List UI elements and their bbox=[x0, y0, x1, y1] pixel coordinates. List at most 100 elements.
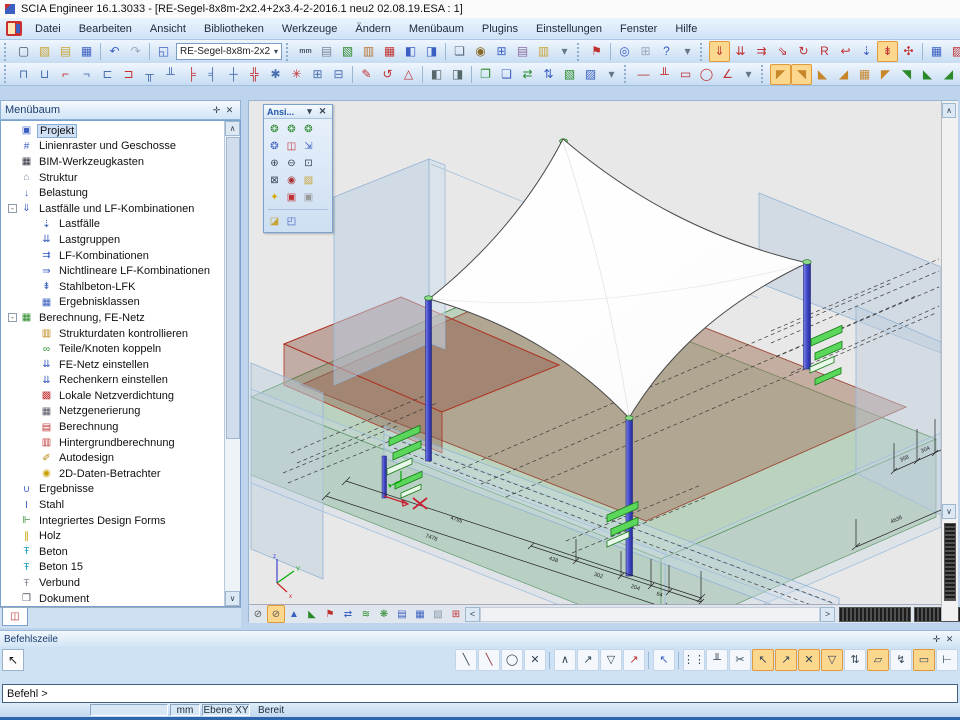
project-window-button[interactable]: ◱ bbox=[153, 41, 174, 62]
wall-f8-button[interactable]: ◣ bbox=[917, 64, 938, 85]
wall-f4-button[interactable]: ◢ bbox=[833, 64, 854, 85]
tree-item[interactable]: ▥ Strukturdaten kontrollieren bbox=[2, 326, 224, 342]
tree-item[interactable]: ⊩ Integriertes Design Forms bbox=[2, 513, 224, 529]
new-project-button[interactable]: ▢ bbox=[13, 41, 34, 62]
toolbar-grip[interactable] bbox=[4, 65, 9, 83]
undo-button[interactable]: ↶ bbox=[104, 41, 125, 62]
tree-item[interactable]: - ⇓ Lastfälle und LF-Kombinationen bbox=[2, 201, 224, 217]
tree-item[interactable]: ▣ Projekt bbox=[2, 123, 224, 139]
water-toggle[interactable]: ≋ bbox=[357, 605, 375, 623]
expander-icon[interactable] bbox=[8, 173, 17, 182]
grid-view-button[interactable]: ⊞ bbox=[447, 605, 465, 623]
load-x-button[interactable]: ⇣ bbox=[856, 41, 877, 62]
toolbar-grip[interactable] bbox=[4, 43, 9, 61]
load-center-button[interactable]: ✣ bbox=[898, 41, 919, 62]
menu-item[interactable]: Datei bbox=[26, 20, 70, 38]
cursor-mode-indicator[interactable]: ↖ bbox=[2, 649, 24, 671]
haunch-button[interactable]: ¬ bbox=[76, 64, 97, 85]
tree-item[interactable]: - ▦ Berechnung, FE-Netz bbox=[2, 310, 224, 326]
light-toggle-button[interactable]: ✦ bbox=[266, 189, 283, 206]
snap-tangent-toggle[interactable]: ⇅ bbox=[844, 649, 866, 671]
wireframe-view-button[interactable]: ◰ bbox=[283, 213, 300, 230]
grid-button[interactable]: ⊞ bbox=[307, 64, 328, 85]
move-button[interactable]: ⇄ bbox=[517, 64, 538, 85]
view-axo-1-button[interactable]: ❂ bbox=[266, 121, 283, 138]
overflow-button[interactable]: ▾ bbox=[677, 41, 698, 62]
tree-item[interactable]: ⇛ Nichtlineare LF-Kombinationen bbox=[2, 263, 224, 279]
load-combination-button[interactable]: ⇟ bbox=[877, 41, 898, 62]
expander-icon[interactable] bbox=[8, 532, 17, 541]
expander-icon[interactable] bbox=[28, 454, 37, 463]
overflow-button[interactable]: ▾ bbox=[601, 64, 622, 85]
raster-button[interactable]: ▦ bbox=[379, 41, 400, 62]
slab-f5-button[interactable]: ▦ bbox=[854, 64, 875, 85]
wall-f2-button[interactable]: ◥ bbox=[791, 64, 812, 85]
docked-bar-1[interactable] bbox=[839, 607, 911, 622]
tree-item[interactable]: ∥ Holz bbox=[2, 528, 224, 544]
expander-icon[interactable] bbox=[8, 579, 17, 588]
viewport-vertical-scrollbar[interactable]: ∧ ∨ bbox=[941, 101, 958, 621]
paste-button[interactable]: ❏ bbox=[496, 64, 517, 85]
rectangle-button[interactable]: ▭ bbox=[675, 64, 696, 85]
polyline-button[interactable]: ╨ bbox=[654, 64, 675, 85]
cut-snap-toggle[interactable]: ✂ bbox=[729, 649, 751, 671]
viewport-3d[interactable]: 4795 7478 438 302 204 64 4638 358 304 bbox=[248, 100, 958, 622]
node-button[interactable]: ╞ bbox=[181, 64, 202, 85]
render-image-2-button[interactable]: ▣ bbox=[300, 189, 317, 206]
tree-item[interactable]: ▤ Berechnung bbox=[2, 419, 224, 435]
render-mode-button[interactable]: ▦ bbox=[411, 605, 429, 623]
menu-item[interactable]: Fenster bbox=[611, 20, 666, 38]
snap-line-button[interactable]: ╲ bbox=[455, 649, 477, 671]
pin-icon[interactable]: ✛ bbox=[210, 104, 223, 117]
close-icon[interactable]: ✕ bbox=[223, 104, 236, 117]
pin-icon[interactable]: ✛ bbox=[930, 634, 943, 645]
expander-icon[interactable] bbox=[8, 501, 17, 510]
snap-parallel-toggle[interactable]: ▱ bbox=[867, 649, 889, 671]
help-mode-button[interactable]: ? bbox=[656, 41, 677, 62]
menu-item[interactable]: Hilfe bbox=[666, 20, 706, 38]
opening-button[interactable]: ╥ bbox=[139, 64, 160, 85]
snap-grid-toggle[interactable]: ⊢ bbox=[936, 649, 958, 671]
tree-item[interactable]: ⇉ LF-Kombinationen bbox=[2, 248, 224, 264]
menu-item[interactable]: Ändern bbox=[346, 20, 399, 38]
expander-icon[interactable] bbox=[28, 469, 37, 478]
snap-delete-button[interactable]: ✕ bbox=[524, 649, 546, 671]
snap-arc-toggle[interactable]: ↯ bbox=[890, 649, 912, 671]
expander-icon[interactable] bbox=[28, 267, 37, 276]
stretch-button[interactable]: ▨ bbox=[580, 64, 601, 85]
expander-icon[interactable] bbox=[28, 282, 37, 291]
tree-item[interactable]: ↓ Belastung bbox=[2, 185, 224, 201]
tree-tab[interactable]: ◫ bbox=[2, 608, 28, 626]
wall-f7-button[interactable]: ◥ bbox=[896, 64, 917, 85]
scrollbar-thumb[interactable] bbox=[226, 137, 240, 439]
intersection-button[interactable]: ╬ bbox=[244, 64, 265, 85]
snap-angle-button[interactable]: ∧ bbox=[554, 649, 576, 671]
wall-f9-button[interactable]: ◢ bbox=[938, 64, 959, 85]
tree-item[interactable]: I Stahl bbox=[2, 497, 224, 513]
polygon-button[interactable]: △ bbox=[398, 64, 419, 85]
open-viewpoint-button[interactable]: ▧ bbox=[300, 172, 317, 189]
expander-icon[interactable] bbox=[28, 423, 37, 432]
preview-button[interactable]: ◉ bbox=[470, 41, 491, 62]
dimension-toggle[interactable]: ⇄ bbox=[339, 605, 357, 623]
tree-item[interactable]: Ŧ Beton bbox=[2, 544, 224, 560]
cross-link-button[interactable]: ┼ bbox=[223, 64, 244, 85]
tree-item[interactable]: Ŧ Beton 15 bbox=[2, 560, 224, 576]
snap-arrow-button[interactable]: ↗ bbox=[577, 649, 599, 671]
expander-icon[interactable] bbox=[28, 407, 37, 416]
units-button[interactable]: mm bbox=[295, 41, 316, 62]
clipboard-button[interactable]: ▥ bbox=[358, 41, 379, 62]
expander-icon[interactable] bbox=[28, 235, 37, 244]
zoom-in-button[interactable]: ⊕ bbox=[266, 155, 283, 172]
shade-mode-button[interactable]: ▧ bbox=[429, 605, 447, 623]
calculator-button[interactable]: ⊞ bbox=[491, 41, 512, 62]
tree-item[interactable]: ▦ Ergebnisklassen bbox=[2, 295, 224, 311]
load-displacement-button[interactable]: ↩ bbox=[835, 41, 856, 62]
zoom-window-button[interactable]: ⊡ bbox=[300, 155, 317, 172]
menu-item[interactable]: Menübaum bbox=[400, 20, 473, 38]
load-moment-button[interactable]: ↻ bbox=[793, 41, 814, 62]
close-icon[interactable]: ✕ bbox=[943, 634, 956, 645]
expander-icon[interactable]: - bbox=[8, 313, 17, 322]
update-flag-button[interactable]: ⚑ bbox=[586, 41, 607, 62]
menu-item[interactable]: Ansicht bbox=[141, 20, 195, 38]
